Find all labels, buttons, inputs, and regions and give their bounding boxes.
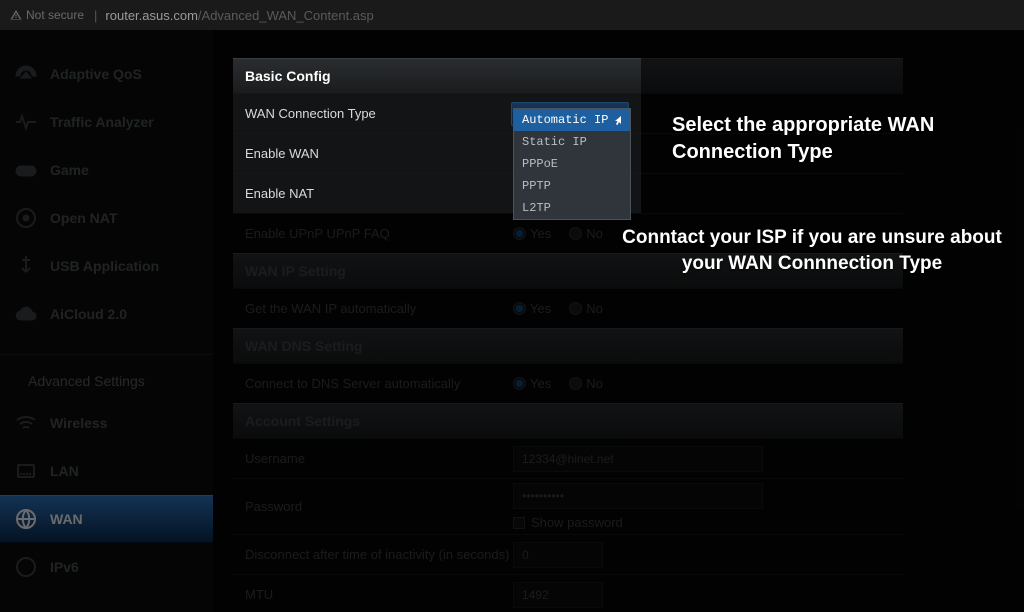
browser-urlbar: Not secure | router.asus.com/Advanced_WA…: [0, 0, 1024, 30]
sidebar-item-ipv6[interactable]: IPv6: [0, 543, 213, 591]
urlbar-separator: |: [94, 8, 97, 23]
mtu-value: 1492: [522, 588, 549, 602]
wanip-yes-radio[interactable]: Yes: [513, 301, 551, 316]
row-username: Username 12334@hinet.net: [233, 438, 903, 478]
section-basic-config: Basic Config: [233, 58, 903, 93]
sidebar-section-advanced: Advanced Settings: [0, 354, 213, 399]
sidebar-item-game[interactable]: Game: [0, 146, 213, 194]
radio-label: No: [586, 301, 603, 316]
url-domain: router.asus.com: [105, 8, 198, 23]
upnp-no-radio[interactable]: No: [569, 226, 603, 241]
row-enable-nat: Enable NAT: [233, 173, 903, 213]
row-mtu: MTU 1492: [233, 574, 903, 612]
sidebar-item-open-nat[interactable]: Open NAT: [0, 194, 213, 242]
username-value: 12334@hinet.net: [522, 452, 614, 466]
sidebar-item-label: IPv6: [50, 559, 79, 575]
sidebar-item-traffic-analyzer[interactable]: Traffic Analyzer: [0, 98, 213, 146]
cloud-icon: [14, 302, 38, 326]
wan-dns-auto-label: Connect to DNS Server automatically: [245, 376, 513, 391]
wifi-icon: [14, 411, 38, 435]
wan-conn-type-select[interactable]: PPPoE: [513, 102, 631, 126]
radio-label: No: [586, 376, 603, 391]
usb-icon: [14, 254, 38, 278]
upnp-yes-radio[interactable]: Yes: [513, 226, 551, 241]
mtu-input[interactable]: 1492: [513, 582, 603, 608]
radio-label: No: [586, 226, 603, 241]
ethernet-icon: [14, 459, 38, 483]
not-secure-text: Not secure: [26, 8, 84, 22]
radio-label: Yes: [530, 226, 551, 241]
wan-ip-auto-label: Get the WAN IP automatically: [245, 301, 513, 316]
pulse-icon: [14, 110, 38, 134]
sidebar: Adaptive QoS Traffic Analyzer Game Open …: [0, 30, 213, 612]
password-value: ••••••••••: [522, 489, 564, 503]
globe-gear-icon: [14, 206, 38, 230]
enable-upnp-text: Enable UPnP: [245, 226, 323, 241]
enable-wan-label: Enable WAN: [245, 146, 513, 161]
sidebar-item-adaptive-qos[interactable]: Adaptive QoS: [0, 50, 213, 98]
radio-label: Yes: [530, 376, 551, 391]
sidebar-item-label: WAN: [50, 511, 83, 527]
gamepad-icon: [14, 158, 38, 182]
wan-conn-type-value: PPPoE: [520, 107, 559, 121]
radio-label: Yes: [530, 301, 551, 316]
username-input[interactable]: 12334@hinet.net: [513, 446, 763, 472]
disconnect-label: Disconnect after time of inactivity (in …: [245, 547, 513, 562]
wanip-no-radio[interactable]: No: [569, 301, 603, 316]
chevron-down-icon: [614, 109, 624, 119]
sidebar-item-aicloud[interactable]: AiCloud 2.0: [0, 290, 213, 338]
sidebar-item-lan[interactable]: LAN: [0, 447, 213, 495]
sidebar-item-label: Traffic Analyzer: [50, 114, 154, 130]
sidebar-item-label: Adaptive QoS: [50, 66, 142, 82]
sidebar-item-wireless[interactable]: Wireless: [0, 399, 213, 447]
sidebar-item-wan[interactable]: WAN: [0, 495, 213, 543]
ipv6-icon: [14, 555, 38, 579]
sidebar-item-label: AiCloud 2.0: [50, 306, 127, 322]
password-input[interactable]: ••••••••••: [513, 483, 763, 509]
sidebar-item-label: Wireless: [50, 415, 107, 431]
row-password: Password •••••••••• Show password: [233, 478, 903, 534]
url-path: /Advanced_WAN_Content.asp: [198, 8, 374, 23]
wan-conn-type-label: WAN Connection Type: [245, 106, 513, 121]
sidebar-item-label: Game: [50, 162, 89, 178]
row-wan-dns-auto: Connect to DNS Server automatically Yes …: [233, 363, 903, 403]
sidebar-item-label: LAN: [50, 463, 79, 479]
row-wan-ip-auto: Get the WAN IP automatically Yes No: [233, 288, 903, 328]
section-account: Account Settings: [233, 403, 903, 438]
enable-upnp-label: Enable UPnP UPnP FAQ: [245, 226, 513, 241]
upnp-faq-link[interactable]: UPnP FAQ: [326, 226, 389, 241]
globe-icon: [14, 507, 38, 531]
section-wan-dns: WAN DNS Setting: [233, 328, 903, 363]
annotation-2: Conntact your ISP if you are unsure abou…: [612, 225, 1012, 276]
disconnect-input[interactable]: 0: [513, 542, 603, 568]
not-secure-badge: Not secure: [10, 8, 84, 22]
enable-nat-label: Enable NAT: [245, 186, 513, 201]
sidebar-item-label: Open NAT: [50, 210, 117, 226]
username-label: Username: [245, 451, 513, 466]
annotation-1: Select the appropriate WAN Connection Ty…: [672, 112, 1024, 166]
disconnect-value: 0: [522, 548, 529, 562]
mtu-label: MTU: [245, 587, 513, 602]
show-password-checkbox[interactable]: [513, 517, 525, 529]
warning-icon: [10, 9, 22, 21]
dns-no-radio[interactable]: No: [569, 376, 603, 391]
row-disconnect: Disconnect after time of inactivity (in …: [233, 534, 903, 574]
sidebar-item-usb-application[interactable]: USB Application: [0, 242, 213, 290]
password-label: Password: [245, 499, 513, 514]
dns-yes-radio[interactable]: Yes: [513, 376, 551, 391]
gauge-icon: [14, 62, 38, 86]
sidebar-item-label: USB Application: [50, 258, 159, 274]
show-password-label: Show password: [531, 515, 623, 530]
